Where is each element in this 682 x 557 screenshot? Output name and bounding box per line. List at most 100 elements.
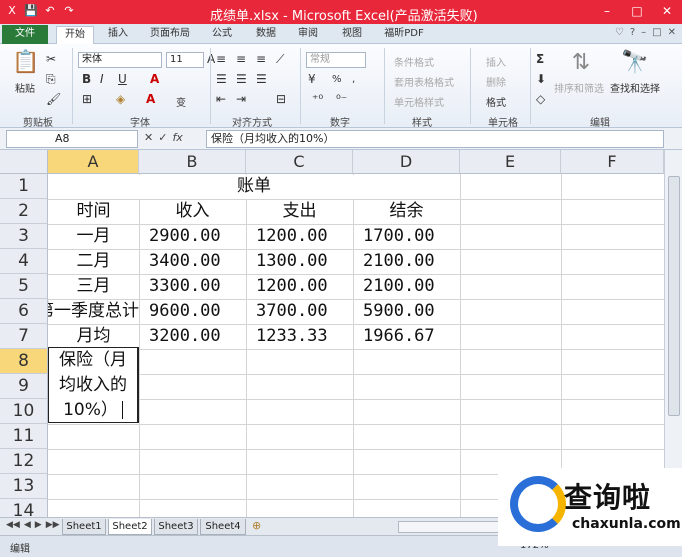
- decrease-indent-icon[interactable]: ⇤: [216, 92, 226, 106]
- tab-review[interactable]: 审阅: [290, 26, 326, 44]
- formula-input[interactable]: 保险（月均收入的10%）: [206, 130, 664, 148]
- italic-button[interactable]: I: [100, 72, 104, 86]
- format-painter-icon[interactable]: 🖌: [46, 92, 61, 106]
- table-cell[interactable]: 5900.00: [353, 299, 460, 324]
- grow-font-icon[interactable]: A: [207, 52, 215, 66]
- table-cell[interactable]: 3200.00: [139, 324, 246, 349]
- fill-icon[interactable]: ⬇: [536, 72, 546, 86]
- table-cell[interactable]: 2100.00: [353, 249, 460, 274]
- row-header-8[interactable]: 8: [0, 349, 48, 374]
- close-button[interactable]: ✕: [652, 0, 682, 22]
- row-header-6[interactable]: 6: [0, 299, 48, 324]
- align-middle-icon[interactable]: ≡: [236, 52, 246, 66]
- decrease-decimal-icon[interactable]: ⁰⁻: [336, 92, 347, 106]
- row-header-12[interactable]: 12: [0, 449, 48, 474]
- prev-sheet-button[interactable]: ◀: [24, 520, 31, 530]
- table-cell[interactable]: 1700.00: [353, 224, 460, 249]
- row-header-7[interactable]: 7: [0, 324, 48, 349]
- table-cell[interactable]: 1966.67: [353, 324, 460, 349]
- font-size-select[interactable]: 11: [166, 52, 204, 68]
- spreadsheet-grid[interactable]: A B C D E F 1 2 3 4 5 6 7 8 9 10 11 12 1…: [0, 150, 664, 517]
- active-cell-editor[interactable]: 保险（月 均收入的 10%）: [48, 347, 139, 423]
- autosum-button[interactable]: Σ: [536, 52, 544, 66]
- find-select-button[interactable]: 查找和选择: [610, 80, 660, 95]
- ribbon-close-button[interactable]: ✕: [668, 27, 676, 38]
- undo-icon[interactable]: ↶: [42, 3, 58, 19]
- first-sheet-button[interactable]: ◀◀: [6, 520, 20, 530]
- vertical-scrollbar[interactable]: [664, 150, 682, 517]
- copy-icon[interactable]: ⎘: [46, 72, 56, 87]
- enter-icon[interactable]: ✓: [158, 131, 167, 144]
- table-format-button[interactable]: 套用表格格式: [394, 74, 454, 89]
- column-header-f[interactable]: F: [561, 150, 664, 174]
- last-sheet-button[interactable]: ▶▶: [46, 520, 60, 530]
- tab-foxit-pdf[interactable]: 福昕PDF: [376, 26, 432, 44]
- paste-icon[interactable]: 📋: [12, 50, 40, 75]
- table-cell-overflow[interactable]: 第一季度总计: [48, 299, 139, 324]
- redo-icon[interactable]: ↷: [61, 3, 77, 19]
- sheet-tab-sheet4[interactable]: Sheet4: [200, 519, 246, 535]
- sheet-tab-sheet2[interactable]: Sheet2: [108, 519, 152, 535]
- orientation-icon[interactable]: ⟋: [276, 52, 284, 67]
- row-header-1[interactable]: 1: [0, 174, 48, 199]
- row-header-9[interactable]: 9: [0, 374, 48, 399]
- cancel-icon[interactable]: ✕: [144, 131, 153, 144]
- header-cell-income[interactable]: 收入: [139, 199, 246, 224]
- sheet-tab-sheet3[interactable]: Sheet3: [154, 519, 198, 535]
- align-top-icon[interactable]: ≡: [216, 52, 226, 66]
- table-cell[interactable]: 月均: [48, 324, 139, 349]
- tab-file[interactable]: 文件: [2, 25, 48, 44]
- comma-button[interactable]: ,: [352, 74, 355, 85]
- table-cell[interactable]: 9600.00: [139, 299, 246, 324]
- table-cell[interactable]: 1233.33: [246, 324, 353, 349]
- table-cell[interactable]: 3300.00: [139, 274, 246, 299]
- conditional-format-button[interactable]: 条件格式: [394, 54, 434, 69]
- row-header-5[interactable]: 5: [0, 274, 48, 299]
- header-cell-balance[interactable]: 结余: [353, 199, 460, 224]
- select-all-corner[interactable]: [0, 150, 48, 174]
- clear-icon[interactable]: ◇: [536, 92, 545, 106]
- sheet-tab-sheet1[interactable]: Sheet1: [62, 519, 106, 535]
- delete-cells-button[interactable]: 删除: [486, 74, 506, 89]
- percent-button[interactable]: %: [332, 74, 342, 85]
- table-cell[interactable]: 3700.00: [246, 299, 353, 324]
- cut-icon[interactable]: ✂: [46, 52, 56, 66]
- column-header-e[interactable]: E: [460, 150, 561, 174]
- align-left-icon[interactable]: ☰: [216, 72, 227, 86]
- number-format-select[interactable]: 常规: [306, 52, 366, 68]
- font-color-button[interactable]: A: [150, 72, 159, 86]
- find-select-icon[interactable]: 🔭: [620, 50, 650, 75]
- tab-insert[interactable]: 插入: [100, 26, 136, 44]
- row-header-10[interactable]: 10: [0, 399, 48, 424]
- table-cell[interactable]: 2100.00: [353, 274, 460, 299]
- tab-data[interactable]: 数据: [248, 26, 284, 44]
- increase-indent-icon[interactable]: ⇥: [236, 92, 246, 106]
- table-cell[interactable]: 一月: [48, 224, 139, 249]
- header-cell-expense[interactable]: 支出: [246, 199, 353, 224]
- underline-button[interactable]: U: [118, 72, 127, 86]
- name-box[interactable]: A8: [6, 130, 138, 148]
- insert-cells-button[interactable]: 插入: [486, 54, 506, 69]
- table-cell[interactable]: 3400.00: [139, 249, 246, 274]
- font-color-icon[interactable]: A: [146, 92, 155, 106]
- column-header-a[interactable]: A: [48, 150, 139, 174]
- table-cell[interactable]: 1200.00: [246, 274, 353, 299]
- insert-sheet-icon[interactable]: ⊕: [252, 519, 261, 532]
- format-cells-button[interactable]: 格式: [486, 94, 506, 109]
- table-cell[interactable]: 1200.00: [246, 224, 353, 249]
- favorite-icon[interactable]: ♡: [615, 27, 624, 38]
- font-name-select[interactable]: 宋体: [78, 52, 162, 68]
- ribbon-restore-button[interactable]: □: [652, 27, 661, 38]
- next-sheet-button[interactable]: ▶: [35, 520, 42, 530]
- sort-filter-icon[interactable]: ⇅: [566, 50, 596, 75]
- fill-color-icon[interactable]: ◈: [116, 92, 125, 106]
- row-header-14[interactable]: 14: [0, 499, 48, 517]
- column-header-d[interactable]: D: [353, 150, 460, 174]
- align-center-icon[interactable]: ☰: [236, 72, 247, 86]
- column-header-b[interactable]: B: [139, 150, 246, 174]
- row-header-4[interactable]: 4: [0, 249, 48, 274]
- table-cell[interactable]: 二月: [48, 249, 139, 274]
- borders-icon[interactable]: ⊞: [82, 92, 92, 106]
- vertical-scroll-thumb[interactable]: [668, 176, 680, 416]
- tab-page-layout[interactable]: 页面布局: [142, 26, 198, 44]
